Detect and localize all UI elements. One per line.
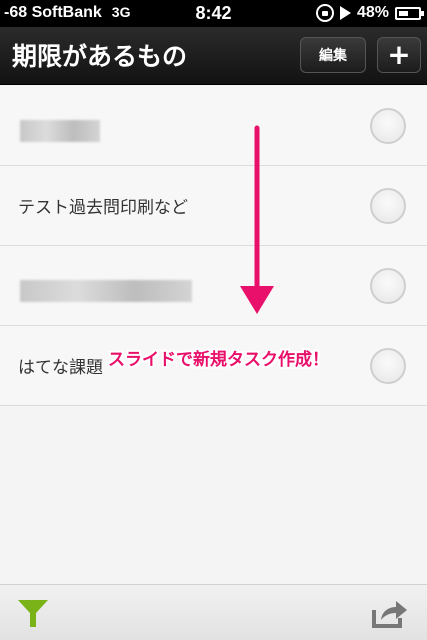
task-text: テスト過去問印刷など <box>18 198 188 218</box>
task-checkbox[interactable] <box>370 268 406 304</box>
task-checkbox[interactable] <box>370 108 406 144</box>
share-icon[interactable] <box>371 598 409 628</box>
page-title: 期限があるもの <box>12 42 188 71</box>
task-row[interactable]: テスト過去問印刷など <box>0 166 427 246</box>
task-text-redacted <box>20 280 192 302</box>
nav-bar: 期限があるもの 編集 + <box>0 27 427 85</box>
battery-percent: 48% <box>356 4 389 21</box>
add-task-button[interactable]: + <box>377 37 421 73</box>
task-row[interactable] <box>0 86 427 166</box>
annotation-caption: スライドで新規タスク作成！ <box>108 350 329 370</box>
status-icons: 48% <box>315 4 424 22</box>
task-checkbox[interactable] <box>370 188 406 224</box>
task-row[interactable] <box>0 246 427 326</box>
status-bar: -68 SoftBank 3G 8:42 48% <box>0 0 427 27</box>
play-icon <box>339 6 351 20</box>
task-text-redacted <box>20 120 100 142</box>
filter-icon[interactable] <box>17 598 49 628</box>
bottom-toolbar <box>0 584 427 640</box>
edit-button[interactable]: 編集 <box>300 37 366 73</box>
task-text: はてな課題 <box>18 358 103 378</box>
task-checkbox[interactable] <box>370 348 406 384</box>
rotation-lock-icon <box>315 4 334 22</box>
battery-icon <box>395 6 424 20</box>
